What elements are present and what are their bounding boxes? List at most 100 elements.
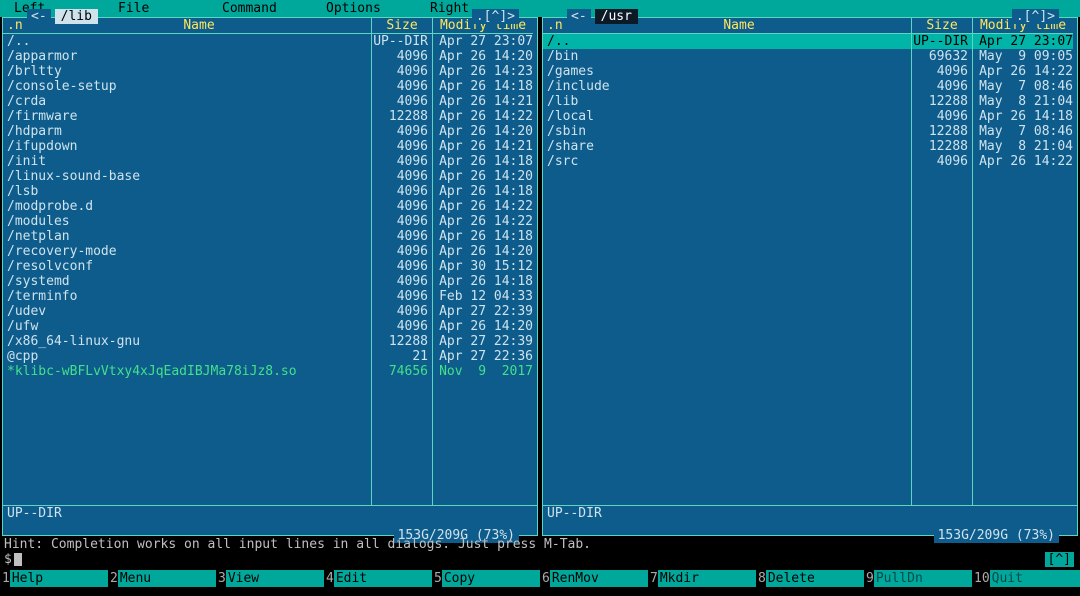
file-row[interactable]: /hdparm [3,124,371,139]
fkey-edit[interactable]: 4Edit [324,570,432,587]
file-row[interactable]: /sbin [543,124,911,139]
file-mtime: May 8 21:04 [973,139,1073,154]
file-row[interactable]: /udev [3,304,371,319]
file-mtime: Apr 26 14:20 [433,49,533,64]
file-row[interactable]: /bin [543,49,911,64]
file-row[interactable]: /.. [543,34,911,49]
fkey-label: Edit [334,570,432,587]
file-mtime: May 8 21:04 [973,94,1073,109]
file-row[interactable]: /brltty [3,64,371,79]
file-row[interactable]: /netplan [3,229,371,244]
left-sort-indicator[interactable]: .[^]> [472,9,519,24]
file-mtime: Apr 26 14:18 [433,229,533,244]
right-col-size-header[interactable]: Size [912,18,972,33]
file-row[interactable]: /linux-sound-base [3,169,371,184]
file-size: 4096 [372,274,432,289]
file-row[interactable]: /systemd [3,274,371,289]
hint-line: Hint: Completion works on all input line… [4,537,1076,552]
fkey-pulldn[interactable]: 9PullDn [864,570,972,587]
file-mtime: Apr 27 22:36 [433,349,533,364]
left-panel-title[interactable]: <- /lib [27,9,98,24]
file-mtime: Apr 26 14:20 [433,169,533,184]
cursor-icon [14,553,22,566]
fkey-menu[interactable]: 2Menu [108,570,216,587]
file-size: 4096 [912,64,972,79]
file-row[interactable]: /lib [543,94,911,109]
file-row[interactable]: /games [543,64,911,79]
fkey-number: 3 [216,571,226,586]
fkey-number: 9 [864,571,874,586]
file-size: 4096 [372,289,432,304]
menu-file[interactable]: File [104,1,208,16]
file-row[interactable]: /.. [3,34,371,49]
fkey-quit[interactable]: 10Quit [972,570,1080,587]
file-row[interactable]: /ufw [3,319,371,334]
fkey-label: Copy [442,570,540,587]
file-mtime: May 9 09:05 [973,49,1073,64]
file-size: 74656 [372,364,432,379]
fkey-help[interactable]: 1Help [0,570,108,587]
file-size: 4096 [372,124,432,139]
file-row[interactable]: /resolvconf [3,259,371,274]
left-path[interactable]: /lib [55,9,98,24]
file-size: 21 [372,349,432,364]
fkey-number: 10 [972,571,990,586]
right-panel-title[interactable]: <- /usr [567,9,638,24]
file-row[interactable]: /modprobe.d [3,199,371,214]
fkey-label: RenMov [550,570,648,587]
fkey-copy[interactable]: 5Copy [432,570,540,587]
left-col-size-header[interactable]: Size [372,18,432,33]
left-mini-status: UP--DIR [3,505,537,521]
fkey-label: View [226,570,324,587]
file-row[interactable]: *klibc-wBFLvVtxy4xJqEadIBJMa78iJz8.so [3,364,371,379]
fkey-view[interactable]: 3View [216,570,324,587]
file-mtime: Apr 26 14:23 [433,64,533,79]
file-size: UP--DIR [372,34,432,49]
file-row[interactable]: /modules [3,214,371,229]
file-row[interactable]: /recovery-mode [3,244,371,259]
file-row[interactable]: /console-setup [3,79,371,94]
file-row[interactable]: /x86_64-linux-gnu [3,334,371,349]
shell-prompt[interactable]: $ [4,552,1076,567]
file-row[interactable]: /share [543,139,911,154]
file-mtime: Apr 26 14:22 [433,109,533,124]
subshell-indicator[interactable]: [^] [1045,552,1074,567]
file-size: 4096 [372,94,432,109]
file-row[interactable]: @cpp [3,349,371,364]
file-size: 12288 [912,139,972,154]
file-row[interactable]: /firmware [3,109,371,124]
menu-options[interactable]: Options [312,1,416,16]
file-row[interactable]: /apparmor [3,49,371,64]
file-mtime: Apr 26 14:22 [433,199,533,214]
right-sort-indicator[interactable]: .[^]> [1012,9,1059,24]
file-mtime: Apr 27 22:39 [433,334,533,349]
menu-bar: Left File Command Options Right [0,0,1080,17]
right-panel[interactable]: <- /usr .[^]> .n Name /../bin/games/incl… [542,17,1078,536]
file-row[interactable]: /src [543,154,911,169]
file-mtime: Apr 26 14:18 [433,154,533,169]
file-mtime: Apr 26 14:18 [433,184,533,199]
fkey-delete[interactable]: 8Delete [756,570,864,587]
fkey-number: 8 [756,571,766,586]
file-size: 12288 [372,334,432,349]
menu-command[interactable]: Command [208,1,312,16]
file-row[interactable]: /init [3,154,371,169]
right-path[interactable]: /usr [595,9,638,24]
file-row[interactable]: /crda [3,94,371,109]
fkey-number: 5 [432,571,442,586]
file-row[interactable]: /include [543,79,911,94]
file-row[interactable]: /terminfo [3,289,371,304]
fkey-renmov[interactable]: 6RenMov [540,570,648,587]
file-row[interactable]: /local [543,109,911,124]
file-row[interactable]: /ifupdown [3,139,371,154]
fkey-number: 4 [324,571,334,586]
file-mtime: Apr 27 23:07 [973,34,1073,49]
file-mtime: Apr 26 14:18 [433,274,533,289]
file-size: 12288 [912,94,972,109]
left-panel[interactable]: <- /lib .[^]> .n Name /../apparmor/brltt… [2,17,538,536]
right-mini-status: UP--DIR [543,505,1077,521]
file-row[interactable]: /lsb [3,184,371,199]
file-size: 4096 [912,109,972,124]
fkey-mkdir[interactable]: 7Mkdir [648,570,756,587]
file-size: 4096 [372,259,432,274]
